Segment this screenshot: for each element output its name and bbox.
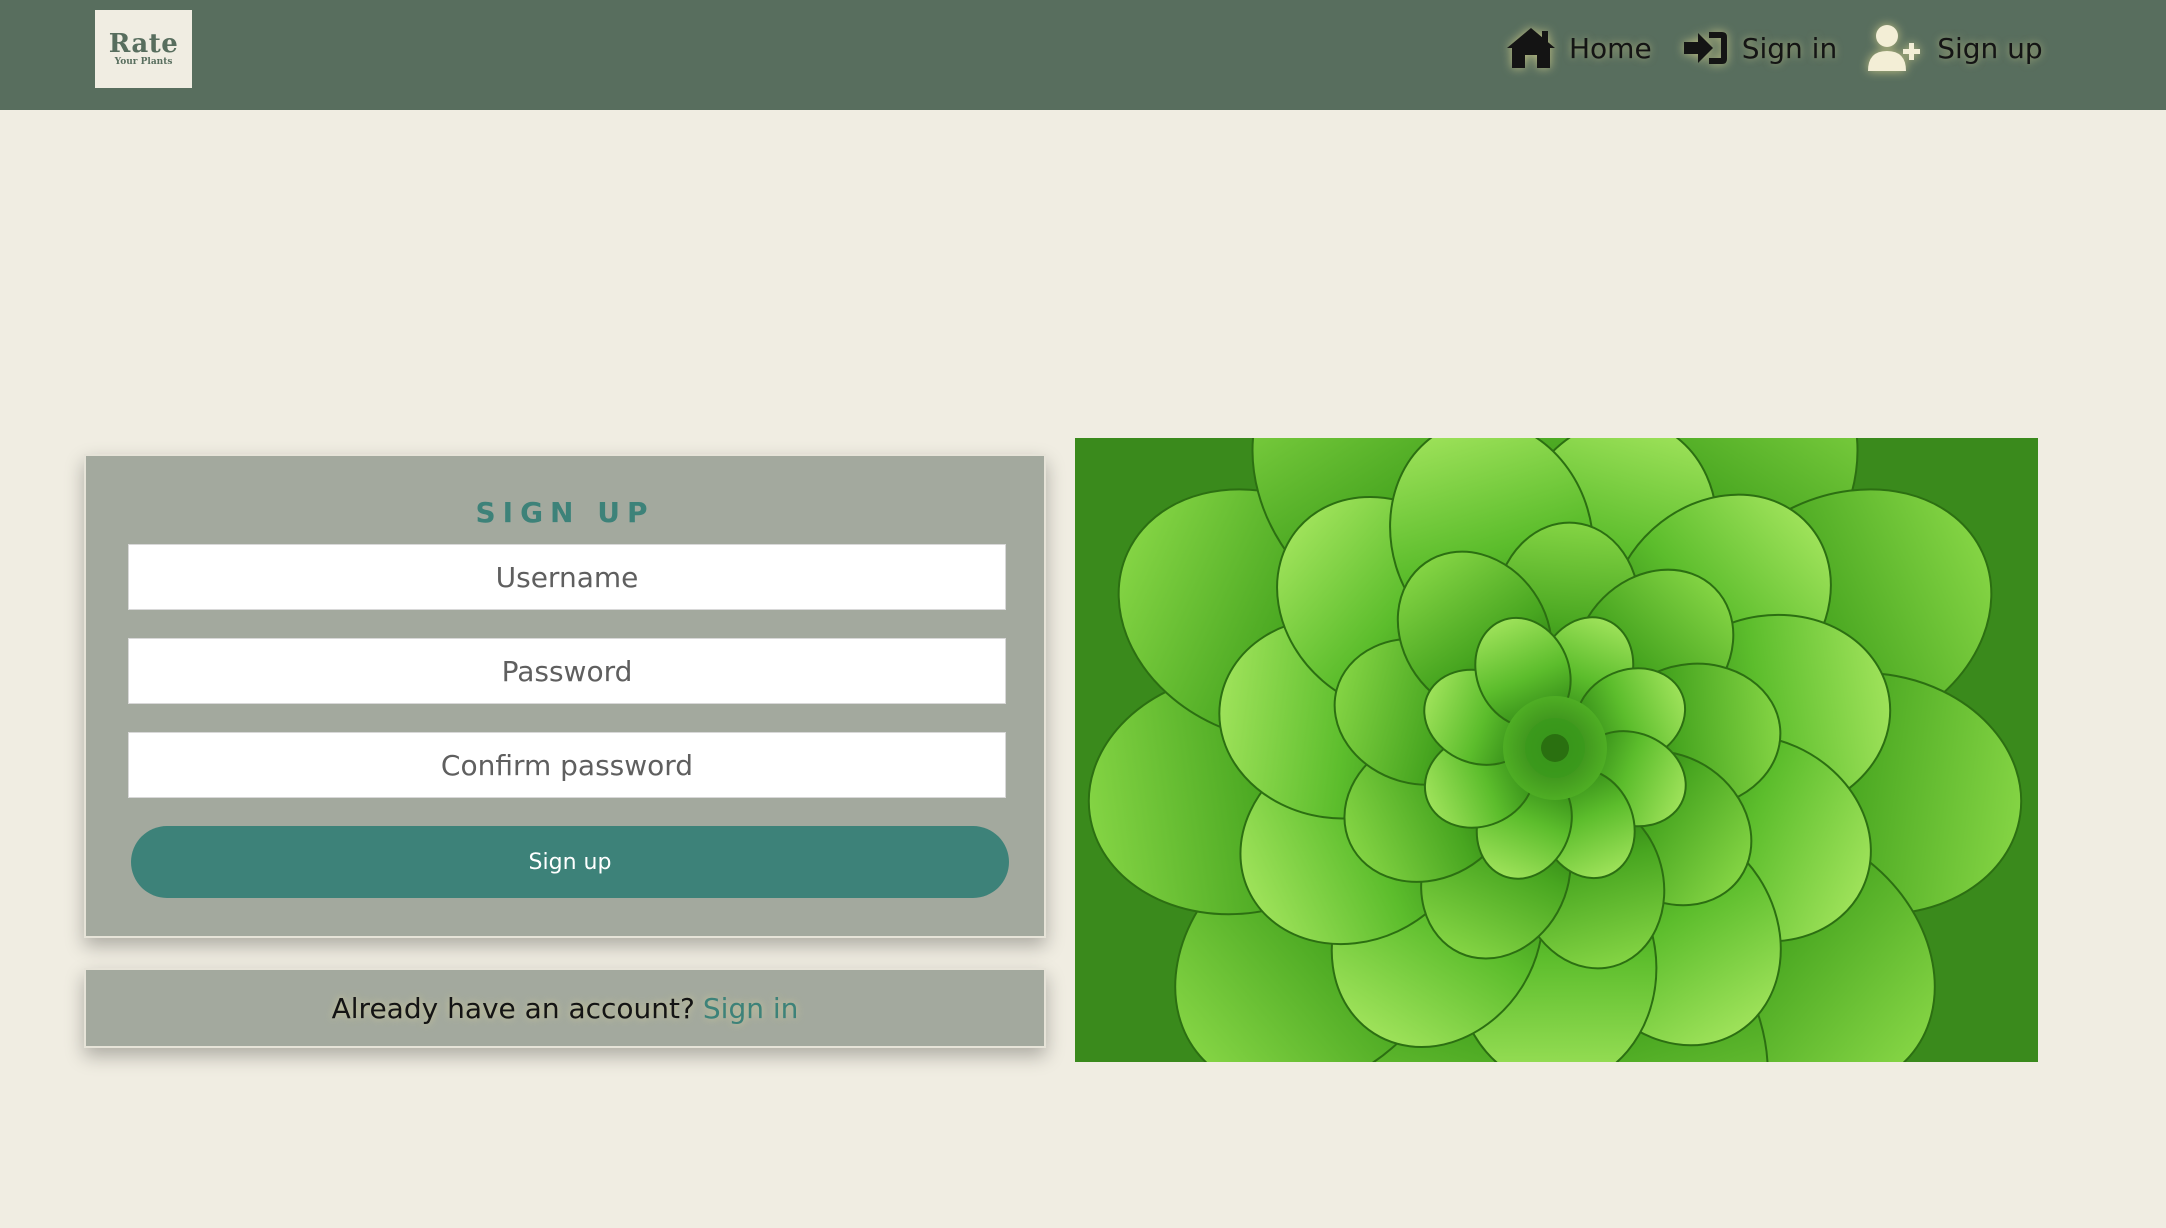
nav-sign-up-link[interactable]: Sign up [1867,23,2043,73]
sign-in-prompt-text: Already have an account? [331,991,695,1025]
main-nav: Home Sign in Sign up [1505,0,2043,96]
logo-subtitle: Your Plants [114,57,173,67]
form-title: SIGN UP [475,496,655,529]
plant-image [1075,438,2038,1062]
nav-home-link[interactable]: Home [1505,26,1652,70]
sign-in-link[interactable]: Sign in [703,992,799,1025]
logo[interactable]: Rate Your Plants [95,10,192,88]
logo-title: Rate [108,29,179,59]
user-plus-icon [1867,23,1925,73]
nav-sign-up-label: Sign up [1937,31,2043,65]
password-input[interactable] [128,638,1006,704]
confirm-password-input[interactable] [128,732,1006,798]
sign-up-button[interactable]: Sign up [131,826,1009,898]
nav-sign-in-label: Sign in [1741,31,1838,65]
signup-form: SIGN UP Sign up [84,454,1046,938]
sign-in-icon [1682,28,1730,68]
nav-home-label: Home [1569,31,1652,65]
nav-sign-in-link[interactable]: Sign in [1682,28,1838,68]
sign-in-prompt: Already have an account? Sign in [84,968,1046,1048]
home-icon [1505,26,1557,70]
navbar: Rate Your Plants Home Sign in Sign up [0,0,2166,110]
username-input[interactable] [128,544,1006,610]
